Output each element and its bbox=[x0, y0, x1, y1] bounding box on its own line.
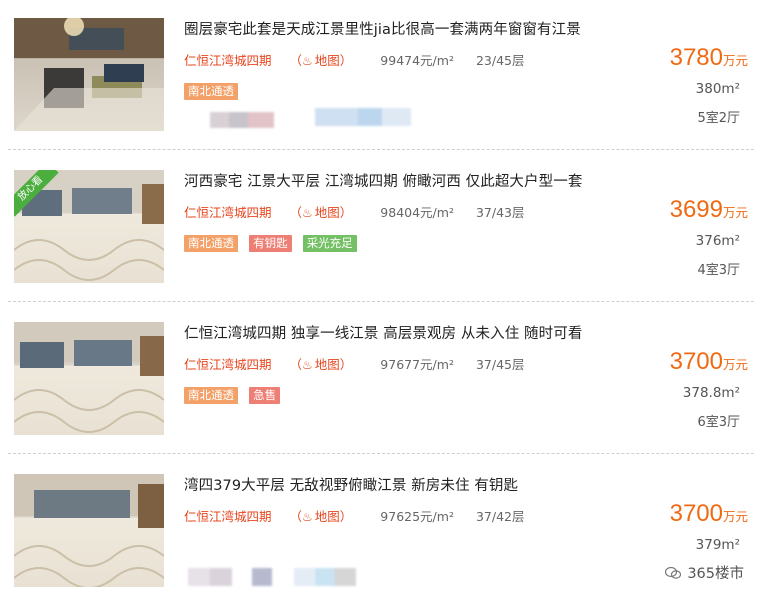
area-value: 376m² bbox=[695, 233, 740, 249]
blurred-region bbox=[252, 568, 272, 586]
floor-info: 37/42层 bbox=[475, 509, 525, 524]
blurred-region bbox=[315, 108, 411, 126]
community-link[interactable]: 仁恒江湾城四期 bbox=[184, 53, 272, 68]
room-layout: 4室3厅 bbox=[697, 263, 740, 278]
price-unit: 万元 bbox=[722, 357, 748, 372]
listing-title[interactable]: 河西豪宅 江景大平层 江湾城四期 俯瞰河西 仅此超大户型一套 bbox=[184, 170, 582, 191]
living-room-illustration bbox=[14, 18, 164, 131]
map-link[interactable]: （♨ 地图） bbox=[290, 357, 353, 372]
blurred-region bbox=[294, 568, 356, 586]
listing-card[interactable]: 圈层豪宅此套是天成江景里性jia比很高一套满两年窗窗有江景 仁恒江湾城四期 （♨… bbox=[0, 0, 762, 150]
listing-photo[interactable] bbox=[14, 322, 164, 435]
listing-card[interactable]: 放心看 河西豪宅 江景大平层 江湾城四期 俯瞰河西 仅此超大户型一套 仁恒江湾城… bbox=[0, 152, 762, 302]
community-link[interactable]: 仁恒江湾城四期 bbox=[184, 509, 272, 524]
blurred-region bbox=[210, 112, 274, 128]
tag-north-south: 南北通透 bbox=[184, 83, 238, 100]
floor-info: 37/43层 bbox=[475, 205, 525, 220]
listing-title[interactable]: 圈层豪宅此套是天成江景里性jia比很高一套满两年窗窗有江景 bbox=[184, 18, 581, 39]
map-pin-icon: ♨ bbox=[302, 54, 313, 68]
floor-info: 37/45层 bbox=[475, 357, 525, 372]
divider bbox=[8, 149, 754, 150]
price-value: 3700 bbox=[669, 500, 723, 527]
listing-card[interactable]: 湾四379大平层 无敌视野俯瞰江景 新房未住 有钥匙 仁恒江湾城四期 （♨ 地图）… bbox=[0, 456, 762, 603]
map-pin-icon: ♨ bbox=[302, 206, 313, 220]
floor-info: 23/45层 bbox=[475, 53, 525, 68]
wechat-icon bbox=[665, 567, 682, 579]
empty-room-illustration bbox=[14, 322, 164, 433]
tag-list: 南北通透 急售 bbox=[184, 384, 286, 404]
price-value: 3700 bbox=[669, 348, 723, 375]
listing-card[interactable]: 仁恒江湾城四期 独享一线江景 高层景观房 从未入住 随时可看 仁恒江湾城四期 （… bbox=[0, 304, 762, 454]
divider bbox=[8, 301, 754, 302]
unit-price: 97625元/m² bbox=[380, 509, 454, 524]
watermark: 365楼市 bbox=[665, 562, 744, 583]
tag-bright: 采光充足 bbox=[302, 235, 357, 252]
area-value: 378.8m² bbox=[682, 385, 740, 401]
price-unit: 万元 bbox=[722, 53, 748, 68]
total-price: 3700万元 bbox=[670, 348, 748, 376]
listing-photo[interactable] bbox=[14, 474, 164, 587]
map-pin-icon: ♨ bbox=[302, 358, 313, 372]
map-link[interactable]: （♨ 地图） bbox=[290, 205, 353, 220]
community-link[interactable]: 仁恒江湾城四期 bbox=[184, 205, 272, 220]
map-link[interactable]: （♨ 地图） bbox=[290, 509, 353, 524]
tag-list: 南北通透 有钥匙 采光充足 bbox=[184, 232, 363, 252]
area-value: 380m² bbox=[695, 81, 740, 97]
total-price: 3780万元 bbox=[670, 44, 748, 72]
empty-room-illustration bbox=[14, 474, 164, 587]
listing-title[interactable]: 湾四379大平层 无敌视野俯瞰江景 新房未住 有钥匙 bbox=[184, 474, 518, 495]
area-value: 379m² bbox=[695, 537, 740, 553]
price-value: 3780 bbox=[669, 44, 723, 71]
tag-list: 南北通透 bbox=[184, 80, 244, 100]
listing-meta: 仁恒江湾城四期 （♨ 地图） 97677元/m² 37/45层 bbox=[184, 354, 524, 373]
price-unit: 万元 bbox=[722, 509, 748, 524]
unit-price: 97677元/m² bbox=[380, 357, 454, 372]
unit-price: 99474元/m² bbox=[380, 53, 454, 68]
community-link[interactable]: 仁恒江湾城四期 bbox=[184, 357, 272, 372]
blurred-region bbox=[188, 568, 232, 586]
map-pin-icon: ♨ bbox=[302, 510, 313, 524]
listing-meta: 仁恒江湾城四期 （♨ 地图） 98404元/m² 37/43层 bbox=[184, 202, 524, 221]
total-price: 3699万元 bbox=[670, 196, 748, 224]
watermark-text: 365楼市 bbox=[687, 566, 744, 582]
price-value: 3699 bbox=[669, 196, 723, 223]
room-layout: 6室3厅 bbox=[697, 415, 740, 430]
tag-urgent-sale: 急售 bbox=[249, 387, 281, 404]
price-unit: 万元 bbox=[722, 205, 748, 220]
unit-price: 98404元/m² bbox=[380, 205, 454, 220]
room-layout: 5室2厅 bbox=[697, 111, 740, 126]
tag-north-south: 南北通透 bbox=[184, 387, 238, 404]
tag-north-south: 南北通透 bbox=[184, 235, 238, 252]
map-link[interactable]: （♨ 地图） bbox=[290, 53, 353, 68]
divider bbox=[8, 453, 754, 454]
listing-title[interactable]: 仁恒江湾城四期 独享一线江景 高层景观房 从未入住 随时可看 bbox=[184, 322, 582, 343]
tag-has-key: 有钥匙 bbox=[249, 235, 292, 252]
listing-meta: 仁恒江湾城四期 （♨ 地图） 99474元/m² 23/45层 bbox=[184, 50, 524, 69]
total-price: 3700万元 bbox=[670, 500, 748, 528]
listing-photo[interactable] bbox=[14, 18, 164, 131]
listing-photo[interactable]: 放心看 bbox=[14, 170, 164, 283]
listing-meta: 仁恒江湾城四期 （♨ 地图） 97625元/m² 37/42层 bbox=[184, 506, 524, 525]
